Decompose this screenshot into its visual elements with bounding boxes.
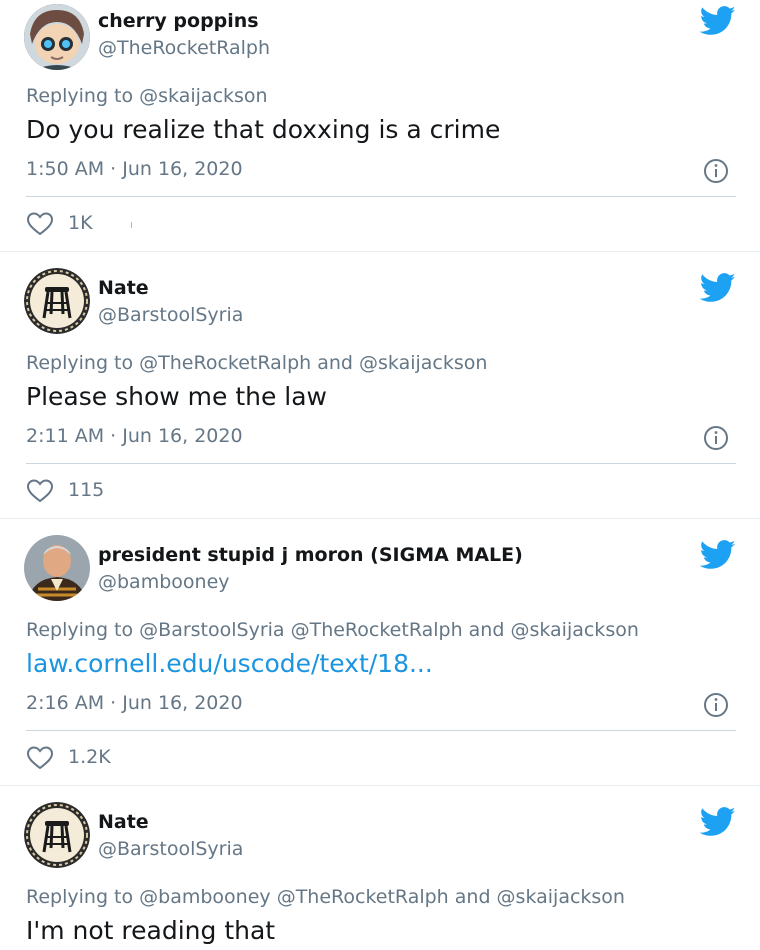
display-name[interactable]: cherry poppins xyxy=(98,10,259,32)
profile-photo-icon xyxy=(24,535,90,601)
twitter-bird-icon[interactable] xyxy=(700,807,736,837)
tweet-card: cherry poppins @TheRocketRalph Replying … xyxy=(0,0,760,252)
tweet-card: president stupid j moron (SIGMA MALE) @b… xyxy=(0,519,760,786)
avatar[interactable] xyxy=(24,535,90,601)
user-handle[interactable]: @bambooney xyxy=(98,571,230,593)
replying-to[interactable]: Replying to @BarstoolSyria @TheRocketRal… xyxy=(26,619,639,641)
like-count[interactable]: 115 xyxy=(68,479,104,501)
info-icon[interactable] xyxy=(703,692,729,718)
info-icon[interactable] xyxy=(703,425,729,451)
tweet-link[interactable]: law.cornell.edu/uscode/text/18... xyxy=(26,649,433,678)
timestamp[interactable]: 2:16 AM · Jun 16, 2020 xyxy=(26,692,243,714)
cartoon-avatar-icon xyxy=(24,4,90,70)
tweet-text: Please show me the law xyxy=(26,382,328,411)
replying-to[interactable]: Replying to @skaijackson xyxy=(26,85,268,107)
twitter-bird-icon[interactable] xyxy=(700,273,736,303)
user-handle[interactable]: @BarstoolSyria xyxy=(98,304,243,326)
display-name[interactable]: president stupid j moron (SIGMA MALE) xyxy=(98,544,523,566)
barstool-logo-icon xyxy=(24,802,90,868)
twitter-bird-icon[interactable] xyxy=(700,6,736,36)
replying-to[interactable]: Replying to @TheRocketRalph and @skaijac… xyxy=(26,352,487,374)
tweet-card: Nate @BarstoolSyria Replying to @bamboon… xyxy=(0,786,760,950)
barstool-logo-icon xyxy=(24,268,90,334)
timestamp[interactable]: 1:50 AM · Jun 16, 2020 xyxy=(26,158,243,180)
twitter-bird-icon[interactable] xyxy=(700,540,736,570)
replying-to[interactable]: Replying to @bambooney @TheRocketRalph a… xyxy=(26,886,625,908)
display-name[interactable]: Nate xyxy=(98,811,149,833)
divider xyxy=(26,730,736,731)
avatar[interactable] xyxy=(24,268,90,334)
tweet-text: I'm not reading that xyxy=(26,916,276,945)
tweet-text: Do you realize that doxxing is a crime xyxy=(26,115,501,144)
display-name[interactable]: Nate xyxy=(98,277,149,299)
like-count[interactable]: 1.2K xyxy=(68,746,111,768)
tweet-card: Nate @BarstoolSyria Replying to @TheRock… xyxy=(0,252,760,519)
like-count[interactable]: 1K xyxy=(68,212,93,234)
divider xyxy=(26,463,736,464)
info-icon[interactable] xyxy=(703,158,729,184)
heart-icon[interactable] xyxy=(26,478,54,504)
avatar[interactable] xyxy=(24,4,90,70)
user-handle[interactable]: @BarstoolSyria xyxy=(98,838,243,860)
user-handle[interactable]: @TheRocketRalph xyxy=(98,37,270,59)
divider xyxy=(131,222,132,228)
avatar[interactable] xyxy=(24,802,90,868)
divider xyxy=(26,196,736,197)
heart-icon[interactable] xyxy=(26,211,54,237)
timestamp[interactable]: 2:11 AM · Jun 16, 2020 xyxy=(26,425,243,447)
heart-icon[interactable] xyxy=(26,745,54,771)
